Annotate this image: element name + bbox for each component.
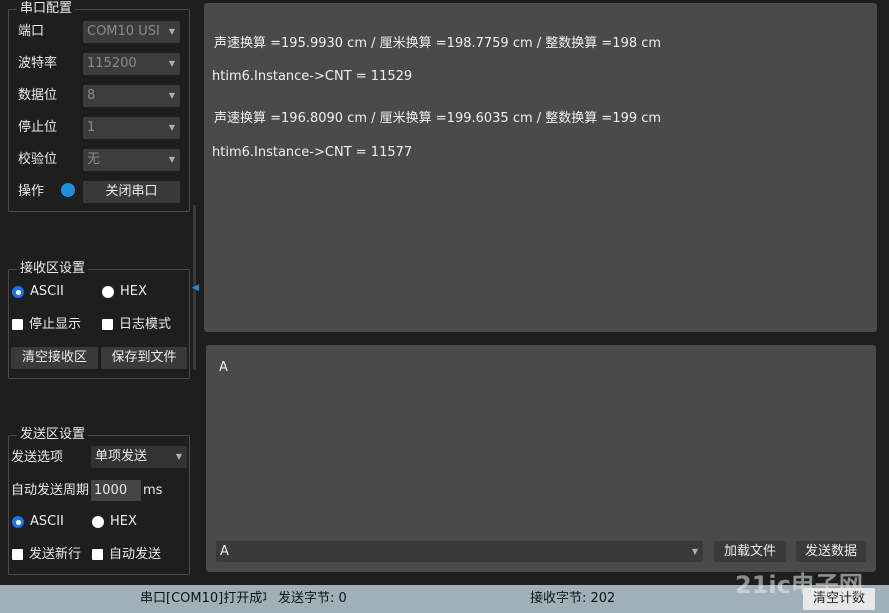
chevron-down-icon: ▼	[168, 59, 175, 68]
rx-bytes-text: 接收字节: 202	[530, 591, 616, 606]
port-status-text: 串口[COM10]打开成功	[140, 591, 266, 606]
send-option-label: 发送选项	[11, 450, 64, 465]
stop-display-checkbox[interactable]	[12, 319, 23, 330]
rx-line: 声速换算 =196.8090 cm / 厘米换算 =199.6035 cm / …	[214, 111, 662, 126]
databits-value: 8	[87, 88, 96, 103]
port-label: 端口	[18, 24, 45, 39]
rx-ascii-label: ASCII	[30, 284, 64, 299]
baud-value: 115200	[87, 56, 137, 71]
load-file-button[interactable]: 加载文件	[714, 541, 786, 562]
baud-label: 波特率	[18, 56, 58, 71]
send-newline-label: 发送新行	[29, 547, 82, 562]
rx-line: htim6.Instance->CNT = 11529	[212, 69, 413, 84]
stop-display-label: 停止显示	[29, 317, 82, 332]
send-text-area[interactable]: A	[206, 345, 876, 572]
tx-ascii-radio[interactable]	[12, 516, 24, 528]
chevron-down-icon: ▼	[168, 91, 175, 100]
log-mode-checkbox[interactable]	[102, 319, 113, 330]
serial-config-title: 串口配置	[17, 1, 76, 17]
operation-label: 操作	[18, 184, 45, 199]
auto-send-label: 自动发送	[109, 547, 162, 562]
port-select[interactable]: COM10 USI ▼	[83, 21, 180, 43]
baud-select[interactable]: 115200 ▼	[83, 53, 180, 75]
rx-hex-radio[interactable]	[102, 286, 114, 298]
rx-line: htim6.Instance->CNT = 11577	[212, 145, 413, 160]
send-settings-title: 发送区设置	[17, 427, 89, 443]
clear-receive-button[interactable]: 清空接收区	[11, 347, 98, 369]
tx-hex-radio[interactable]	[92, 516, 104, 528]
send-history-combo[interactable]: A ▼	[216, 541, 703, 562]
rx-ascii-radio[interactable]	[12, 286, 24, 298]
rx-line: 声速换算 =195.9930 cm / 厘米换算 =198.7759 cm / …	[214, 36, 662, 51]
auto-send-checkbox[interactable]	[92, 549, 103, 560]
chevron-down-icon: ▼	[691, 547, 698, 556]
send-newline-checkbox[interactable]	[12, 549, 23, 560]
send-text-content: A	[219, 360, 228, 375]
save-to-file-button[interactable]: 保存到文件	[101, 347, 187, 369]
parity-label: 校验位	[18, 152, 58, 167]
watermark-logo: 21ic电子网	[735, 571, 863, 599]
port-value: COM10 USI	[87, 24, 160, 39]
send-data-button[interactable]: 发送数据	[796, 541, 866, 562]
databits-label: 数据位	[18, 88, 58, 103]
chevron-down-icon: ▼	[168, 27, 175, 36]
send-option-select[interactable]: 单项发送 ▼	[91, 446, 187, 468]
receive-settings-title: 接收区设置	[17, 261, 89, 277]
stopbits-label: 停止位	[18, 120, 58, 135]
close-port-button[interactable]: 关闭串口	[83, 181, 180, 203]
parity-value: 无	[87, 152, 101, 167]
rx-hex-label: HEX	[120, 284, 147, 299]
receive-text-area[interactable]: 声速换算 =195.9930 cm / 厘米换算 =198.7759 cm / …	[204, 3, 877, 332]
send-history-value: A	[220, 544, 229, 559]
parity-select[interactable]: 无 ▼	[83, 149, 180, 171]
chevron-down-icon: ▼	[175, 452, 182, 461]
chevron-down-icon: ▼	[168, 155, 175, 164]
databits-select[interactable]: 8 ▼	[83, 85, 180, 107]
collapse-arrow-icon[interactable]: ◀	[192, 283, 199, 293]
stopbits-value: 1	[87, 120, 96, 135]
period-unit-label: ms	[143, 483, 163, 498]
port-status-indicator	[61, 183, 75, 197]
tx-bytes-text: 发送字节: 0	[278, 591, 347, 606]
stopbits-select[interactable]: 1 ▼	[83, 117, 180, 139]
auto-period-input[interactable]: 1000	[91, 480, 141, 501]
send-option-value: 单项发送	[95, 449, 148, 464]
chevron-down-icon: ▼	[168, 123, 175, 132]
tx-hex-label: HEX	[110, 514, 137, 529]
tx-ascii-label: ASCII	[30, 514, 64, 529]
log-mode-label: 日志模式	[119, 317, 172, 332]
auto-period-label: 自动发送周期	[11, 483, 90, 498]
